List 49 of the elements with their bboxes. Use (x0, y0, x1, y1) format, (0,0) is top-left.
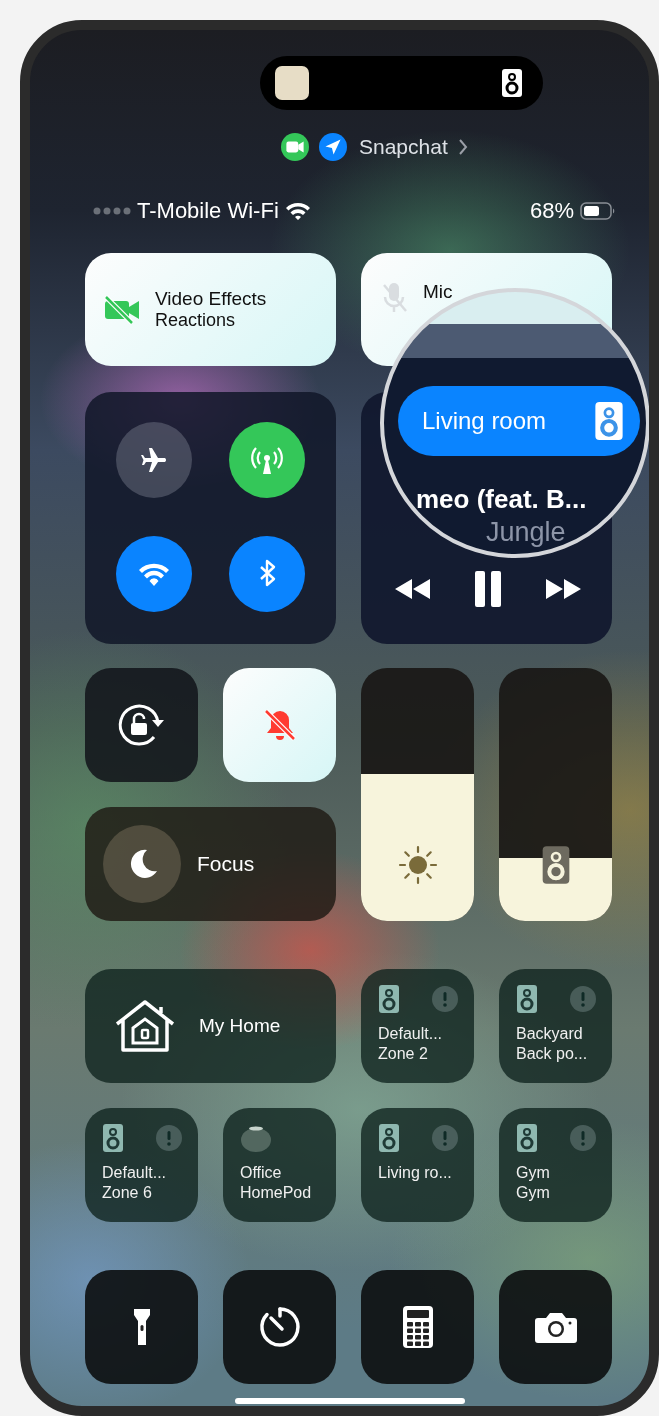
home-tile[interactable]: My Home (85, 969, 336, 1083)
volume-slider[interactable] (499, 668, 612, 921)
speaker-icon (378, 984, 400, 1014)
speaker-tile[interactable]: Default... Zone 6 (85, 1108, 198, 1222)
carrier-name: T-Mobile Wi-Fi (137, 198, 279, 224)
timer-icon (257, 1305, 302, 1349)
artist-name: Jungle (486, 517, 567, 548)
speaker-icon (594, 400, 624, 442)
silent-mode-button[interactable] (223, 668, 336, 782)
speaker-icon (102, 1123, 124, 1153)
speaker-tile[interactable]: Gym Gym (499, 1108, 612, 1222)
bell-slash-icon (261, 707, 298, 743)
calculator-button[interactable] (361, 1270, 474, 1384)
speaker-icon (378, 1123, 400, 1153)
video-off-icon (103, 294, 141, 325)
speaker-tile[interactable]: Living ro... (361, 1108, 474, 1222)
video-effects-tile[interactable]: Video Effects Reactions (85, 253, 336, 366)
brightness-slider[interactable] (361, 668, 474, 921)
sun-icon (397, 845, 438, 885)
speaker-tile[interactable]: Backyard Back po... (499, 969, 612, 1083)
pause-button[interactable] (474, 570, 502, 608)
speaker-icon (516, 1123, 538, 1153)
wifi-icon (284, 201, 311, 221)
battery-percentage: 68% (529, 198, 574, 224)
calculator-icon (401, 1305, 434, 1349)
homepod-tile[interactable]: Office HomePod (223, 1108, 336, 1222)
audio-output-button[interactable]: Living room (398, 386, 640, 456)
speaker-icon (501, 68, 523, 98)
focus-button[interactable]: Focus (85, 807, 336, 921)
flashlight-icon (131, 1307, 152, 1347)
battery-icon (580, 202, 616, 220)
signal-dots-icon (93, 207, 131, 215)
song-title: meo (feat. B... (416, 484, 588, 515)
speaker-icon (540, 845, 571, 885)
rewind-icon (394, 578, 432, 600)
camera-button[interactable] (499, 1270, 612, 1384)
album-art-thumbnail (275, 66, 309, 100)
orientation-lock-button[interactable] (85, 668, 198, 782)
timer-button[interactable] (223, 1270, 336, 1384)
speaker-icon (516, 984, 538, 1014)
fast-forward-button[interactable] (544, 578, 582, 600)
speaker-tile[interactable]: Default... Zone 2 (361, 969, 474, 1083)
fast-forward-icon (544, 578, 582, 600)
flashlight-button[interactable] (85, 1270, 198, 1384)
privacy-app-link[interactable]: Snapchat (357, 135, 448, 159)
pause-icon (474, 570, 502, 608)
rewind-button[interactable] (394, 578, 432, 600)
house-icon (113, 998, 177, 1054)
chevron-right-icon (457, 138, 468, 156)
